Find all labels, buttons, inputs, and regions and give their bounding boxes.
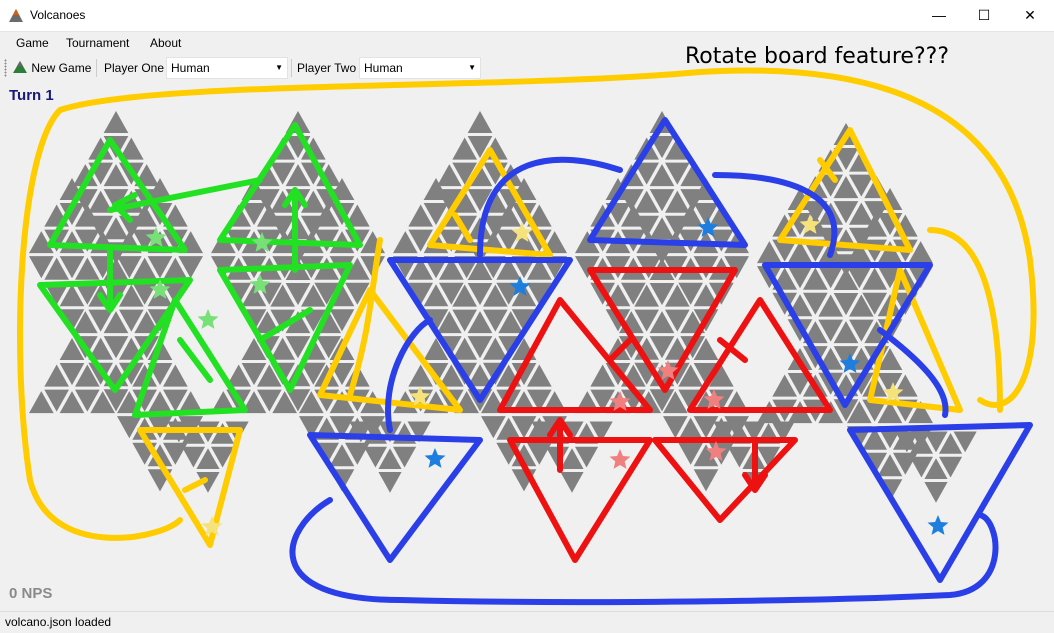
star-icon: [197, 309, 219, 329]
star-icon: [424, 448, 446, 468]
annotation-text: Rotate board feature???: [685, 44, 949, 69]
board-cell[interactable]: [378, 471, 402, 493]
blue-triangle-stroke: [307, 432, 483, 563]
game-board[interactable]: [0, 0, 1054, 610]
board-cell[interactable]: [924, 481, 948, 503]
status-message: volcano.json loaded: [5, 615, 112, 629]
board-cell[interactable]: [467, 111, 493, 134]
star-icon: [609, 449, 631, 469]
status-bar: volcano.json loaded: [0, 611, 1054, 633]
board-cell[interactable]: [560, 471, 584, 493]
star-icon: [927, 515, 949, 535]
board-cell[interactable]: [103, 111, 129, 134]
nps-indicator: 0 NPS: [9, 585, 53, 602]
